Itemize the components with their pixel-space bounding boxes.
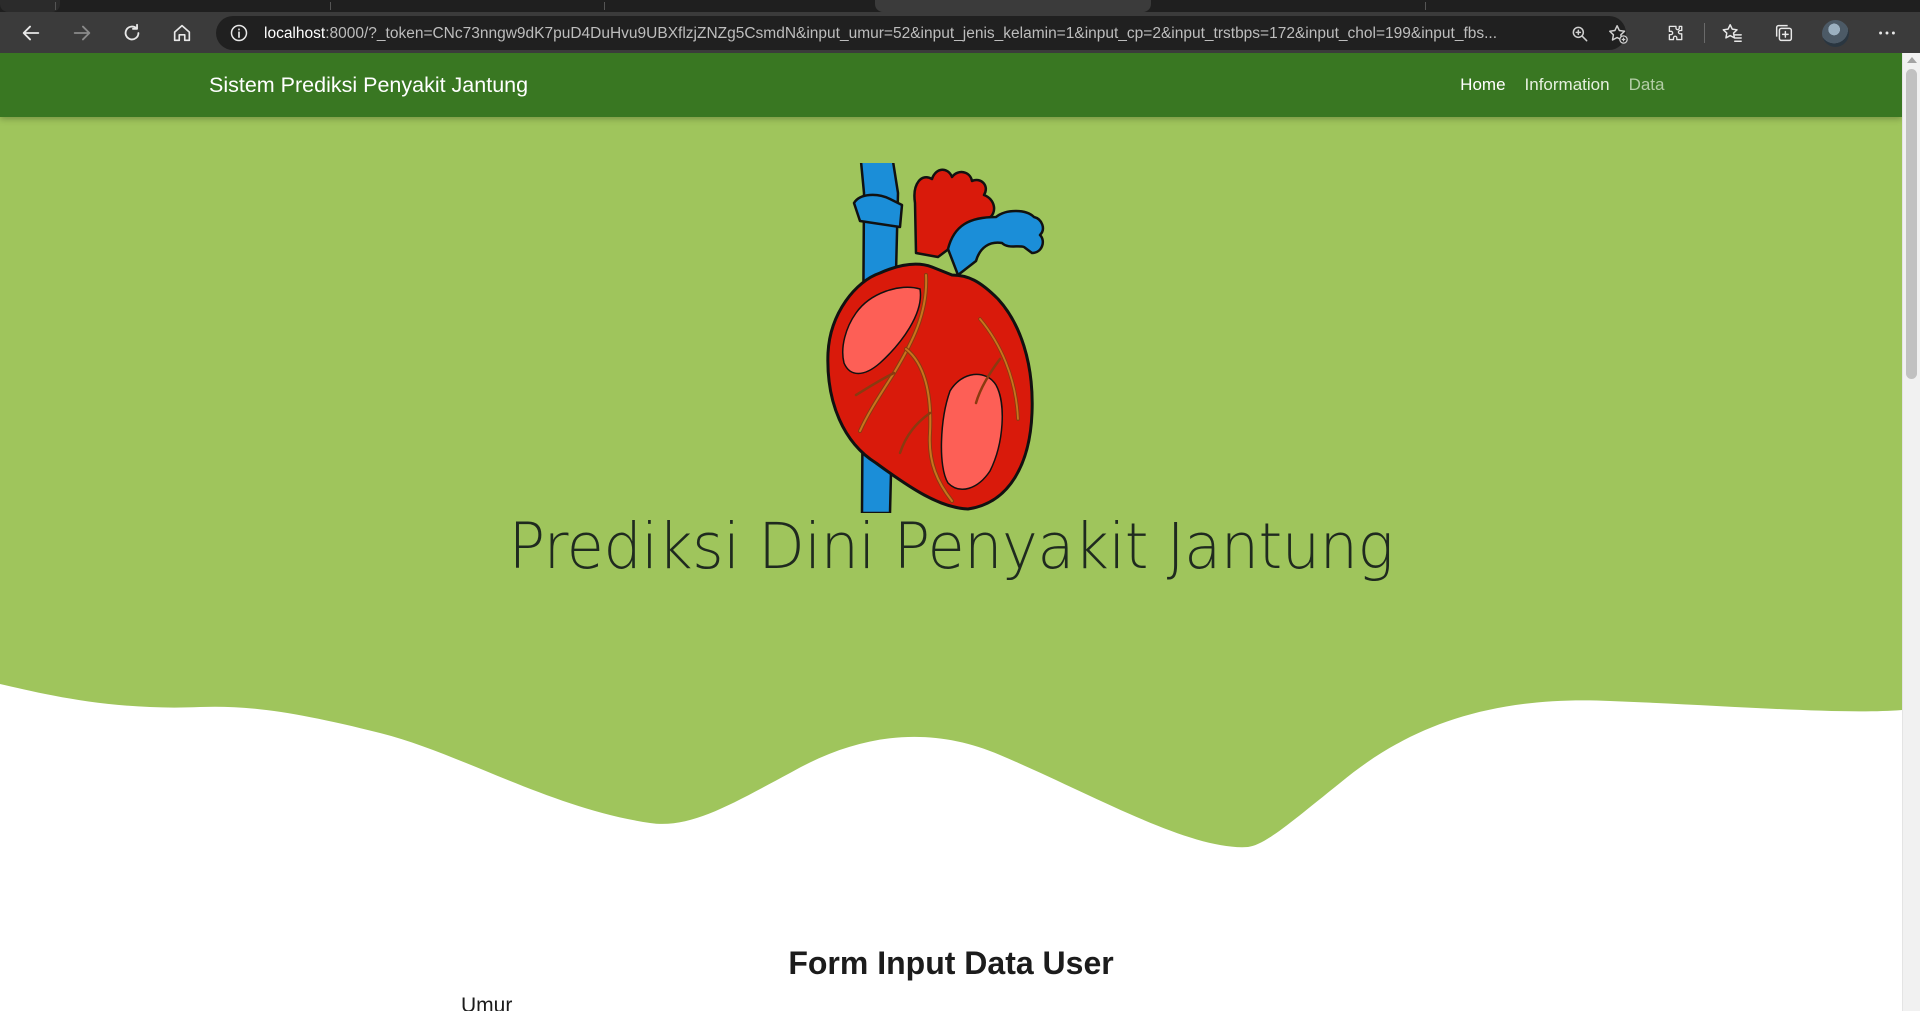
address-bar[interactable]: localhost:8000/?_token=CNc73nngw9dK7puD4… <box>216 16 1628 50</box>
page-viewport: Sistem Prediksi Penyakit Jantung Home In… <box>0 53 1902 1011</box>
refresh-button[interactable] <box>117 18 147 48</box>
scroll-up-arrow-icon[interactable] <box>1907 57 1917 63</box>
refresh-icon <box>124 23 140 41</box>
collections-button[interactable] <box>1769 18 1799 48</box>
zoom-button[interactable] <box>1569 23 1591 45</box>
tab-separator <box>604 2 605 10</box>
heart-illustration <box>826 163 1045 513</box>
tab-separator <box>330 2 331 10</box>
more-button[interactable] <box>1872 18 1902 48</box>
more-icon <box>1879 31 1895 35</box>
age-field-label: Umur <box>461 994 513 1011</box>
forward-button[interactable] <box>67 18 97 48</box>
add-favorite-icon <box>1609 25 1628 44</box>
browser-tabstrip <box>0 0 1920 12</box>
url-path: :8000/?_token=CNc73nngw9dK7puD4DuHvu9UBX… <box>325 25 1498 42</box>
toolbar-divider <box>1704 23 1705 43</box>
profile-avatar[interactable] <box>1822 20 1849 47</box>
navbar-links: Home Information Data <box>1451 73 1674 97</box>
back-icon <box>22 25 40 41</box>
site-info-button[interactable] <box>228 22 250 44</box>
form-title: Form Input Data User <box>788 945 1114 981</box>
nav-link-home[interactable]: Home <box>1451 73 1515 97</box>
extensions-icon <box>1668 25 1683 41</box>
collections-icon <box>1775 24 1793 42</box>
page-scrollbar[interactable] <box>1902 53 1920 1011</box>
forward-icon <box>73 25 91 41</box>
site-navbar: Sistem Prediksi Penyakit Jantung Home In… <box>0 53 1902 117</box>
navbar-brand[interactable]: Sistem Prediksi Penyakit Jantung <box>209 71 528 99</box>
url-host: localhost <box>264 25 326 42</box>
info-icon <box>230 24 248 42</box>
favorites-icon <box>1722 24 1742 42</box>
browser-tab[interactable] <box>0 0 60 12</box>
home-icon <box>173 24 191 42</box>
url-text[interactable]: localhost:8000/?_token=CNc73nngw9dK7puD4… <box>264 24 1549 44</box>
favorites-button[interactable] <box>1717 18 1747 48</box>
browser-toolbar: localhost:8000/?_token=CNc73nngw9dK7puD4… <box>0 12 1920 53</box>
back-button[interactable] <box>16 18 46 48</box>
hero-title: Prediksi Dini Penyakit Jantung <box>508 510 1394 583</box>
add-favorite-button[interactable] <box>1606 22 1630 46</box>
tab-separator <box>1425 2 1426 10</box>
nav-link-data[interactable]: Data <box>1619 73 1674 97</box>
hero-section: Prediksi Dini Penyakit Jantung <box>0 53 1902 873</box>
extensions-button[interactable] <box>1661 18 1691 48</box>
zoom-icon <box>1572 26 1588 42</box>
active-browser-tab[interactable] <box>875 0 1151 12</box>
nav-link-information[interactable]: Information <box>1515 73 1619 97</box>
tab-separator <box>55 2 56 10</box>
scrollbar-thumb[interactable] <box>1906 69 1917 379</box>
home-button[interactable] <box>167 18 197 48</box>
